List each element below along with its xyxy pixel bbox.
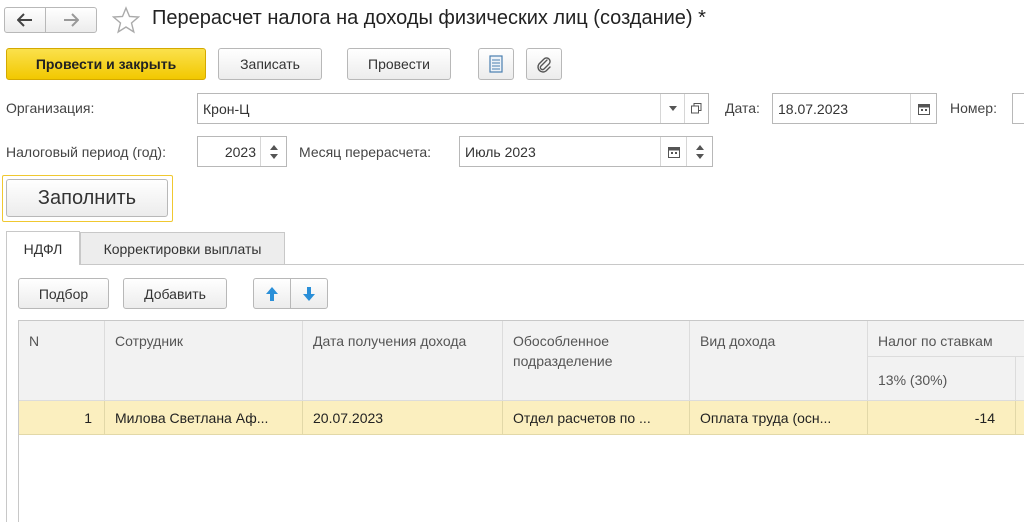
arrow-down-icon bbox=[303, 286, 315, 301]
arrow-up-icon bbox=[266, 286, 278, 301]
tab-ndfl[interactable]: НДФЛ bbox=[6, 231, 80, 265]
organization-value: Крон-Ц bbox=[203, 100, 250, 117]
tax-period-field[interactable]: 2023 bbox=[197, 136, 287, 167]
calendar-icon bbox=[667, 146, 680, 158]
post-button[interactable]: Провести bbox=[347, 48, 451, 80]
cell-n: 1 bbox=[19, 401, 105, 434]
spin-up-icon[interactable] bbox=[695, 144, 704, 150]
cell-income-date: 20.07.2023 bbox=[303, 401, 503, 434]
paperclip-icon bbox=[537, 57, 551, 73]
fill-button[interactable]: Заполнить bbox=[6, 179, 168, 217]
spin-up-icon[interactable] bbox=[269, 144, 278, 150]
col-header-tax-by-rates[interactable]: Налог по ставкам bbox=[868, 321, 1024, 357]
spin-down-icon[interactable] bbox=[695, 153, 704, 159]
recalc-month-calendar-button[interactable] bbox=[660, 137, 686, 166]
organization-field[interactable]: Крон-Ц bbox=[197, 93, 709, 124]
tax-period-spinner[interactable] bbox=[260, 137, 286, 166]
col-header-income-date[interactable]: Дата получения дохода bbox=[303, 321, 503, 400]
date-value: 18.07.2023 bbox=[778, 100, 849, 117]
arrow-left-icon bbox=[17, 13, 32, 27]
date-calendar-button[interactable] bbox=[910, 94, 936, 123]
arrow-right-icon bbox=[64, 13, 79, 27]
organization-dropdown-button[interactable] bbox=[660, 94, 684, 123]
date-label: Дата: bbox=[725, 100, 760, 116]
spin-down-icon[interactable] bbox=[269, 153, 278, 159]
tab-payment-corrections[interactable]: Корректировки выплаты bbox=[80, 232, 285, 264]
select-button[interactable]: Подбор bbox=[18, 278, 109, 309]
recalc-month-field[interactable]: Июль 2023 bbox=[459, 136, 713, 167]
col-header-employee[interactable]: Сотрудник bbox=[105, 321, 303, 400]
recalc-month-label: Месяц перерасчета: bbox=[299, 144, 431, 160]
number-label: Номер: bbox=[950, 100, 997, 116]
post-and-close-button[interactable]: Провести и закрыть bbox=[6, 48, 206, 80]
date-field[interactable]: 18.07.2023 bbox=[772, 93, 937, 124]
save-button[interactable]: Записать bbox=[218, 48, 322, 80]
data-table: N Сотрудник Дата получения дохода Обособ… bbox=[18, 320, 1024, 522]
table-header: N Сотрудник Дата получения дохода Обособ… bbox=[19, 321, 1024, 401]
cell-rate-13: -14 bbox=[868, 401, 1016, 434]
move-down-button[interactable] bbox=[290, 278, 328, 309]
page-title: Перерасчет налога на доходы физических л… bbox=[152, 7, 706, 29]
cell-employee: Милова Светлана Аф... bbox=[105, 401, 303, 434]
col-header-rate-13[interactable]: 13% (30%) bbox=[868, 357, 1016, 401]
favorite-star-icon[interactable] bbox=[111, 6, 141, 34]
col-header-subdivision[interactable]: Обособленное подразделение bbox=[503, 321, 690, 400]
report-button[interactable] bbox=[478, 48, 514, 80]
col-header-income-type[interactable]: Вид дохода bbox=[690, 321, 868, 400]
back-button[interactable] bbox=[4, 7, 46, 33]
forward-button[interactable] bbox=[45, 7, 97, 33]
document-list-icon bbox=[489, 55, 503, 73]
tax-period-label: Налоговый период (год): bbox=[6, 144, 166, 160]
organization-open-button[interactable] bbox=[684, 94, 708, 123]
tax-period-value: 2023 bbox=[224, 143, 256, 160]
add-button[interactable]: Добавить bbox=[123, 278, 227, 309]
table-row[interactable]: 1 Милова Светлана Аф... 20.07.2023 Отдел… bbox=[19, 401, 1024, 435]
open-window-icon bbox=[691, 103, 702, 114]
organization-label: Организация: bbox=[6, 100, 95, 116]
col-header-n[interactable]: N bbox=[19, 321, 105, 400]
calendar-icon bbox=[917, 103, 930, 115]
recalc-month-value: Июль 2023 bbox=[465, 143, 536, 160]
cell-income-type: Оплата труда (осн... bbox=[690, 401, 868, 434]
number-field[interactable] bbox=[1012, 93, 1024, 124]
cell-subdivision: Отдел расчетов по ... bbox=[503, 401, 690, 434]
attach-button[interactable] bbox=[526, 48, 562, 80]
chevron-down-icon bbox=[668, 105, 677, 111]
move-up-button[interactable] bbox=[253, 278, 291, 309]
recalc-month-spinner[interactable] bbox=[686, 137, 712, 166]
